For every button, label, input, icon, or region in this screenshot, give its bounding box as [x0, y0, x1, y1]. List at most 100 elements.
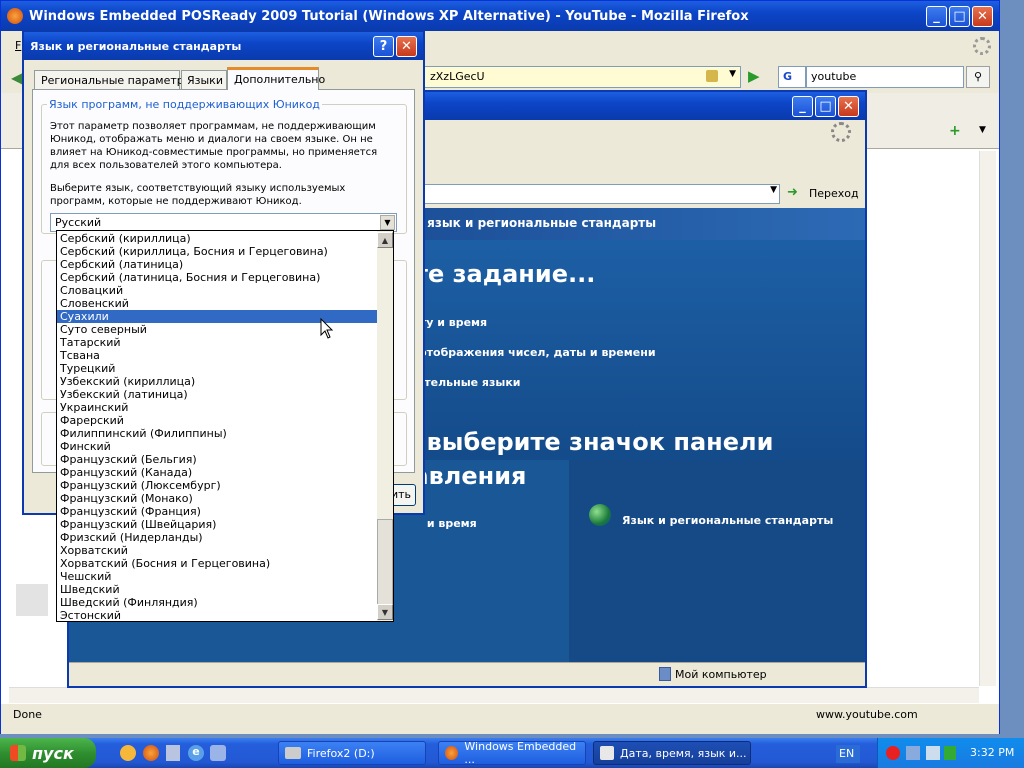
- start-label: пуск: [32, 743, 74, 763]
- cp-minimize-button[interactable]: _: [792, 95, 813, 117]
- language-list-item[interactable]: Фризский (Нидерланды): [57, 531, 377, 544]
- list-scrollbar[interactable]: ▲ ▼: [377, 231, 393, 621]
- scroll-down-button[interactable]: ▼: [377, 604, 393, 620]
- taskbar-button-firefox[interactable]: Windows Embedded ...: [438, 740, 586, 766]
- language-list-item[interactable]: Тсвана: [57, 349, 377, 362]
- cp-maximize-button[interactable]: □: [815, 95, 836, 117]
- cp-go-button[interactable]: Переход: [809, 187, 859, 200]
- chevron-down-icon[interactable]: ▼: [380, 215, 395, 230]
- cp-task-link[interactable]: Изменить дату и время: [425, 316, 487, 329]
- language-list-item[interactable]: Словенский: [57, 297, 377, 310]
- cp-close-button[interactable]: ✕: [838, 95, 859, 117]
- language-list-item[interactable]: Словацкий: [57, 284, 377, 297]
- unicode-description: Этот параметр позволяет программам, не п…: [50, 121, 378, 171]
- search-engine-button[interactable]: G: [778, 66, 806, 88]
- language-list-item[interactable]: Фарерский: [57, 414, 377, 427]
- control-panel-small-icon: [600, 746, 614, 760]
- taskbar-button-regional[interactable]: Дата, время, язык и...: [593, 741, 751, 765]
- language-list-item[interactable]: Узбекский (кириллица): [57, 375, 377, 388]
- language-list-item[interactable]: Турецкий: [57, 362, 377, 375]
- quicklaunch-icon[interactable]: [120, 745, 136, 761]
- media-quicklaunch-icon[interactable]: [210, 745, 226, 761]
- cp-address-dropdown[interactable]: ▼: [422, 184, 780, 204]
- system-tray: 3:32 PM: [877, 738, 1024, 768]
- volume-icon[interactable]: [926, 746, 940, 760]
- drive-icon: [285, 747, 301, 759]
- language-list-item[interactable]: Сербский (латиница, Босния и Герцеговина…: [57, 271, 377, 284]
- language-select-value: Русский: [55, 216, 102, 229]
- language-list-item[interactable]: Финский: [57, 440, 377, 453]
- network-icon[interactable]: [906, 746, 920, 760]
- cp-task-link[interactable]: Изменение формата отображения чисел, дат…: [425, 346, 656, 359]
- tab-list-icon[interactable]: ▼: [979, 125, 986, 135]
- tray-icon[interactable]: [944, 746, 956, 760]
- firefox-quicklaunch-icon[interactable]: [143, 745, 159, 761]
- help-button[interactable]: ?: [373, 35, 394, 57]
- language-list-item[interactable]: Узбекский (латиница): [57, 388, 377, 401]
- tab-advanced[interactable]: Дополнительно: [227, 67, 325, 90]
- language-list-item[interactable]: Хорватский (Босния и Герцеговина): [57, 557, 377, 570]
- taskbar-button-label: Windows Embedded ...: [464, 740, 577, 766]
- language-list-item[interactable]: Филиппинский (Филиппины): [57, 427, 377, 440]
- new-tab-icon[interactable]: +: [949, 123, 961, 139]
- start-button[interactable]: пуск: [0, 738, 96, 768]
- page-scrollbar[interactable]: [979, 151, 996, 686]
- firefox-icon: [7, 8, 23, 24]
- dialog-title-bar[interactable]: Язык и региональные стандарты ? ✕: [24, 32, 423, 60]
- status-text: Done: [13, 708, 42, 721]
- maximize-button[interactable]: □: [949, 5, 970, 27]
- lang-indicator[interactable]: EN: [836, 745, 860, 763]
- cp-status-text: Мой компьютер: [675, 668, 767, 681]
- antivirus-icon[interactable]: [886, 746, 900, 760]
- language-list-item[interactable]: Сербский (кириллица, Босния и Герцеговин…: [57, 245, 377, 258]
- language-list-item[interactable]: Эстонский: [57, 609, 377, 621]
- language-list: Сербский (кириллица) Сербский (кириллица,…: [57, 232, 377, 621]
- language-list-item[interactable]: Шведский (Финляндия): [57, 596, 377, 609]
- cp-throbber-icon: [831, 122, 851, 142]
- language-list-item[interactable]: Французский (Франция): [57, 505, 377, 518]
- page-thumbnail: [16, 584, 48, 616]
- scroll-thumb[interactable]: [377, 519, 393, 605]
- firefox-title-bar[interactable]: Windows Embedded POSReady 2009 Tutorial …: [1, 1, 999, 31]
- language-list-item[interactable]: Французский (Люксембург): [57, 479, 377, 492]
- dialog-title: Язык и региональные стандарты: [30, 39, 242, 53]
- language-list-item[interactable]: Чешский: [57, 570, 377, 583]
- scroll-up-button[interactable]: ▲: [377, 232, 393, 248]
- tab-languages[interactable]: Языки: [181, 70, 227, 89]
- taskbar-button-firefox2[interactable]: Firefox2 (D:): [278, 741, 426, 765]
- language-listbox[interactable]: Сербский (кириллица) Сербский (кириллица,…: [56, 230, 394, 622]
- disk-quicklaunch-icon[interactable]: [166, 745, 180, 761]
- select-prompt: Выберите язык, соответствующий языку исп…: [50, 183, 346, 207]
- page-hscrollbar[interactable]: [9, 687, 979, 703]
- language-list-item[interactable]: Французский (Швейцария): [57, 518, 377, 531]
- search-icon[interactable]: ⚲: [966, 66, 990, 88]
- cp-task-link[interactable]: Добавить дополнительные языки: [425, 376, 521, 389]
- clock[interactable]: 3:32 PM: [970, 746, 1014, 759]
- go-arrow-icon[interactable]: ➜: [787, 185, 798, 200]
- globe-icon[interactable]: [589, 504, 611, 526]
- status-domain: www.youtube.com: [816, 708, 918, 721]
- language-list-item[interactable]: Шведский: [57, 583, 377, 596]
- tab-regional[interactable]: Региональные параметры: [34, 70, 192, 89]
- go-icon[interactable]: ▶: [748, 67, 760, 85]
- ie-quicklaunch-icon[interactable]: e: [188, 745, 204, 761]
- chevron-down-icon[interactable]: ▼: [729, 69, 736, 79]
- close-button[interactable]: ✕: [972, 5, 993, 27]
- language-list-item[interactable]: Французский (Монако): [57, 492, 377, 505]
- language-list-item[interactable]: Сербский (латиница): [57, 258, 377, 271]
- language-list-item[interactable]: Французский (Бельгия): [57, 453, 377, 466]
- language-list-item[interactable]: Хорватский: [57, 544, 377, 557]
- language-list-item[interactable]: Сербский (кириллица): [57, 232, 377, 245]
- search-input[interactable]: youtube: [806, 66, 964, 88]
- cp-icon-item-regional[interactable]: Язык и региональные стандарты: [622, 514, 833, 527]
- cp-icon-item-datetime[interactable]: Дата и время: [425, 517, 477, 530]
- minimize-button[interactable]: _: [926, 5, 947, 27]
- language-list-item[interactable]: Украинский: [57, 401, 377, 414]
- cp-text-clip: Выберите задание... Изменить дату и врем…: [425, 248, 865, 548]
- language-list-item[interactable]: Французский (Канада): [57, 466, 377, 479]
- dialog-close-button[interactable]: ✕: [396, 35, 417, 57]
- mouse-cursor-icon: [320, 318, 334, 339]
- url-bar[interactable]: zXzLGecU ▼: [421, 66, 741, 88]
- menu-file[interactable]: F: [15, 39, 21, 52]
- chevron-down-icon[interactable]: ▼: [770, 185, 777, 195]
